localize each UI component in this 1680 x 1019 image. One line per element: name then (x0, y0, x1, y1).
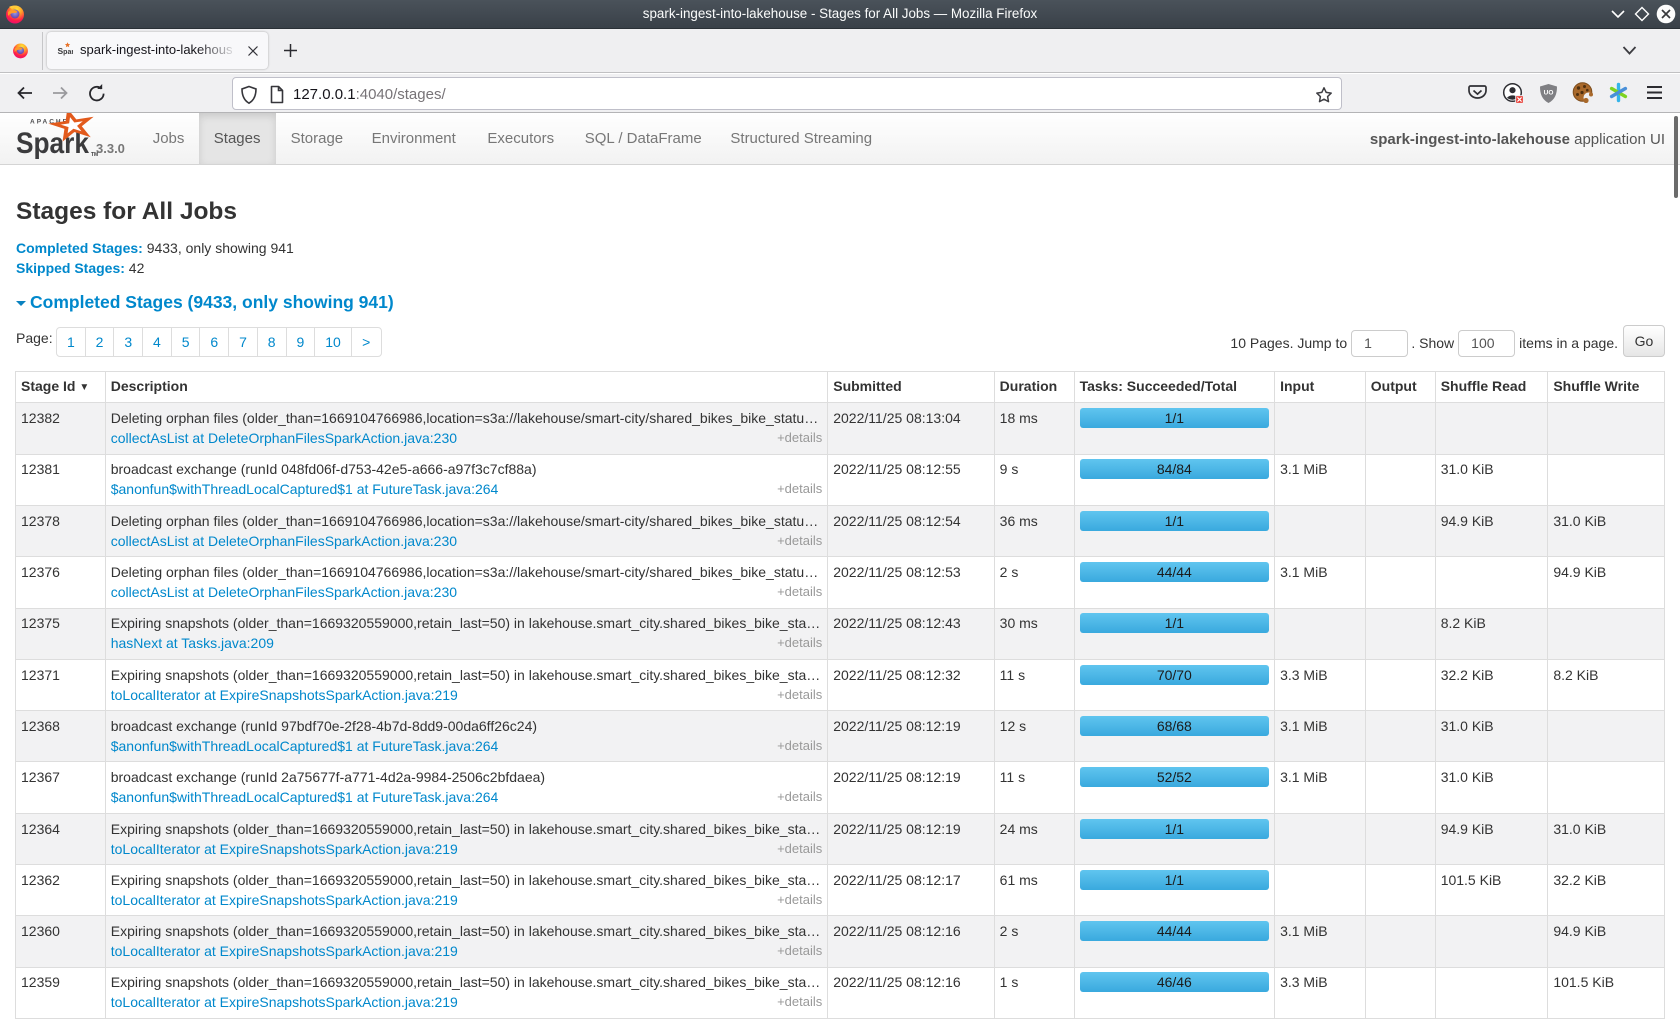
svg-text:Spark: Spark (58, 46, 74, 56)
svg-text:UO: UO (1544, 90, 1554, 97)
